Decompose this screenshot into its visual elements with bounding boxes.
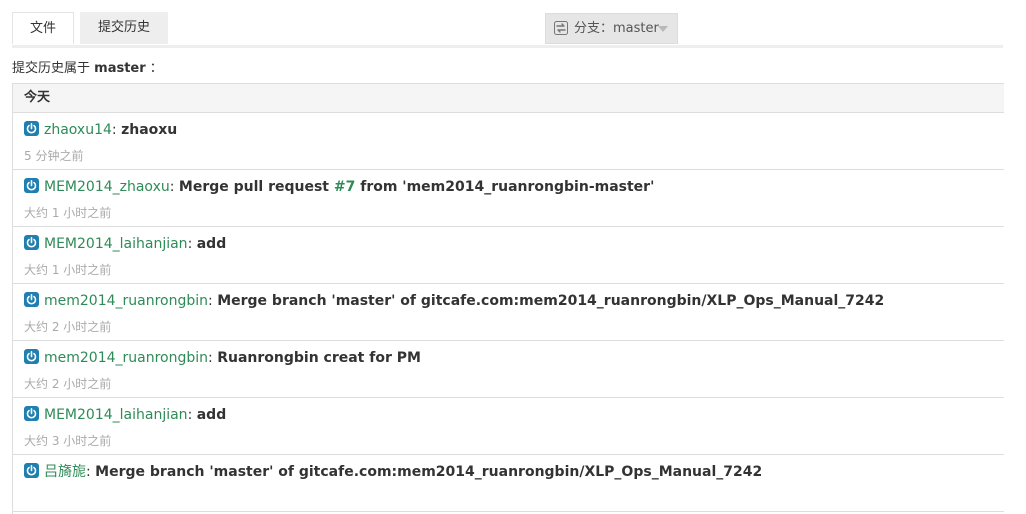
commit-author-link[interactable]: MEM2014_zhaoxu xyxy=(44,179,170,195)
pull-request-link[interactable]: #7 xyxy=(334,179,355,195)
commit-message: add xyxy=(196,236,227,252)
history-title-suffix: ： xyxy=(149,61,163,76)
commit-row: zhaoxu14: zhaoxu 5 分钟之前 xyxy=(13,113,1004,170)
branch-selector-button[interactable]: 分支：master xyxy=(545,13,678,44)
commit-line: MEM2014_zhaoxu: Merge pull request #7 fr… xyxy=(24,177,654,197)
commit-author-link[interactable]: MEM2014_laihanjian xyxy=(44,236,188,252)
commit-author-link[interactable]: mem2014_ruanrongbin xyxy=(44,350,208,366)
commit-list-panel: 今天 zhaoxu14: zhaoxu 5 分钟之前 MEM2014_zhaox… xyxy=(12,83,1004,514)
commit-list: zhaoxu14: zhaoxu 5 分钟之前 MEM2014_zhaoxu: … xyxy=(13,113,1004,512)
commit-time: 大约 2 小时之前 xyxy=(24,320,112,334)
commit-row: 吕旖旎: Merge branch 'master' of gitcafe.co… xyxy=(13,455,1004,512)
commit-author-link[interactable]: mem2014_ruanrongbin xyxy=(44,293,208,309)
power-icon xyxy=(24,178,39,193)
power-icon xyxy=(24,349,39,364)
commit-author-link[interactable]: 吕旖旎 xyxy=(44,464,86,480)
commit-line: 吕旖旎: Merge branch 'master' of gitcafe.co… xyxy=(24,462,762,482)
tab-files[interactable]: 文件 xyxy=(12,12,74,44)
commit-line: mem2014_ruanrongbin: Merge branch 'maste… xyxy=(24,291,884,311)
author-colon: : xyxy=(187,236,197,252)
day-header: 今天 xyxy=(13,84,1004,113)
commit-line: MEM2014_laihanjian: add xyxy=(24,405,226,425)
power-icon xyxy=(24,121,39,136)
commit-line: mem2014_ruanrongbin: Ruanrongbin creat f… xyxy=(24,348,421,368)
commit-line: MEM2014_laihanjian: add xyxy=(24,234,226,254)
commit-row: mem2014_ruanrongbin: Ruanrongbin creat f… xyxy=(13,341,1004,398)
commit-row: MEM2014_laihanjian: add 大约 1 小时之前 xyxy=(13,227,1004,284)
commit-message: Merge pull request #7 from 'mem2014_ruan… xyxy=(179,179,654,195)
branch-label: 分支：master xyxy=(574,21,659,36)
commit-message: Merge branch 'master' of gitcafe.com:mem… xyxy=(95,464,763,480)
commit-message-text: from 'mem2014_ruanrongbin-master' xyxy=(355,179,655,195)
commit-row: mem2014_ruanrongbin: Merge branch 'maste… xyxy=(13,284,1004,341)
commit-line: zhaoxu14: zhaoxu xyxy=(24,120,177,140)
commit-time: 大约 1 小时之前 xyxy=(24,263,112,277)
author-colon: : xyxy=(187,407,197,423)
author-colon: : xyxy=(208,350,218,366)
history-title: 提交历史属于 master ： xyxy=(12,57,163,76)
power-icon xyxy=(24,292,39,307)
commit-message-text: Merge pull request xyxy=(178,179,334,195)
commit-message: zhaoxu xyxy=(121,122,178,138)
tab-history[interactable]: 提交历史 xyxy=(80,12,168,44)
author-colon: : xyxy=(111,122,122,138)
commit-author-link[interactable]: zhaoxu14 xyxy=(44,122,112,138)
commit-time: 大约 1 小时之前 xyxy=(24,206,112,220)
power-icon xyxy=(24,463,39,478)
commit-row: MEM2014_laihanjian: add 大约 3 小时之前 xyxy=(13,398,1004,455)
commit-row: MEM2014_zhaoxu: Merge pull request #7 fr… xyxy=(13,170,1004,227)
caret-down-icon xyxy=(658,26,668,32)
author-colon: : xyxy=(86,464,96,480)
power-icon xyxy=(24,235,39,250)
commit-author-link[interactable]: MEM2014_laihanjian xyxy=(44,407,188,423)
commit-time: 5 分钟之前 xyxy=(24,149,84,163)
author-colon: : xyxy=(169,179,179,195)
commit-message: Merge branch 'master' of gitcafe.com:mem… xyxy=(217,293,885,309)
tab-bar: 文件 提交历史 分支：master xyxy=(12,12,1003,48)
commit-time: 大约 3 小时之前 xyxy=(24,434,112,448)
branch-switch-icon xyxy=(554,21,568,35)
commit-message: add xyxy=(196,407,227,423)
history-title-prefix: 提交历史属于 xyxy=(12,61,91,76)
commit-message: Ruanrongbin creat for PM xyxy=(217,350,421,366)
author-colon: : xyxy=(208,293,218,309)
commit-time: 大约 2 小时之前 xyxy=(24,377,112,391)
history-title-branch: master xyxy=(94,61,146,76)
power-icon xyxy=(24,406,39,421)
